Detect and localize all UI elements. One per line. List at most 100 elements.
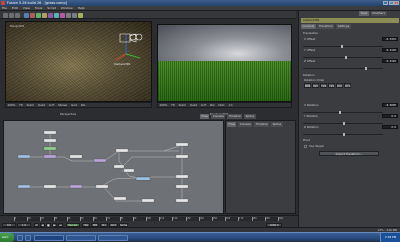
y-offset-slider[interactable] [303, 57, 383, 58]
node-camera3d[interactable] [116, 149, 128, 152]
x-rotation-slider[interactable] [303, 112, 383, 113]
order-yxz-button[interactable]: YXZ [320, 83, 327, 88]
node-renderer3d[interactable] [176, 143, 188, 146]
close-button[interactable]: × [394, 1, 399, 5]
subview-button[interactable]: SubV [25, 103, 35, 109]
new-icon[interactable] [3, 13, 8, 18]
order-zxy-button[interactable]: ZXY [336, 83, 343, 88]
node-soft-clip[interactable] [142, 199, 154, 202]
tool-header[interactable]: Camera3D1 [301, 18, 399, 23]
tab-modifiers[interactable]: Modifiers [371, 11, 387, 16]
node-transform[interactable] [44, 139, 56, 142]
quad-button[interactable]: Quad [36, 103, 46, 109]
node-fbx[interactable] [18, 185, 30, 188]
x-offset-slider[interactable] [303, 46, 383, 47]
node-graph[interactable] [4, 121, 224, 214]
order-xzy-button[interactable]: XZY [312, 83, 319, 88]
paint-tool-icon[interactable] [30, 13, 35, 18]
z-rotation-slider[interactable] [303, 134, 383, 135]
translation-header[interactable]: Translation [301, 31, 399, 36]
pivot-header[interactable]: Pivot [301, 138, 399, 143]
color-correct-icon[interactable] [54, 13, 59, 18]
z-offset-slider[interactable] [303, 68, 383, 69]
quicklaunch-icon[interactable] [17, 235, 23, 241]
save-icon[interactable] [15, 13, 20, 18]
taskbar-item-fusion[interactable] [34, 235, 64, 241]
z-rotation-field[interactable]: 0.0 [382, 125, 398, 129]
right-viewer[interactable] [157, 24, 292, 102]
tab-spline[interactable]: Spline [244, 114, 256, 119]
zoom-level[interactable]: 100% [6, 103, 17, 109]
node-merge[interactable] [70, 155, 82, 158]
tab-transform[interactable]: Transform [317, 24, 334, 29]
node-merge3d[interactable] [136, 177, 150, 180]
time-ruler[interactable]: 0102030405060708090100110120130140150160… [14, 217, 280, 221]
tab-controls[interactable]: Controls [301, 24, 316, 29]
tab-console[interactable]: Console [211, 114, 225, 119]
node-image-plane[interactable] [18, 155, 30, 158]
x-rotation-field[interactable]: -8.6000 [382, 103, 398, 107]
stereo-button[interactable]: Stereo [57, 103, 69, 109]
dod-button[interactable]: DoD [217, 103, 226, 109]
node-color-correct[interactable] [176, 155, 188, 158]
minimize-button[interactable]: _ [383, 1, 388, 5]
quad-button[interactable]: Quad [188, 103, 198, 109]
node-fog[interactable] [124, 169, 134, 172]
one-to-one-button[interactable]: 1:1 [227, 103, 235, 109]
taskbar-item[interactable] [66, 235, 96, 241]
node-displace[interactable] [96, 185, 108, 188]
x-offset-field[interactable]: -0.3476 [382, 37, 398, 41]
z-offset-field[interactable]: 6.5329 [382, 59, 398, 63]
node-light[interactable] [114, 165, 124, 168]
subview-button[interactable]: SubV [177, 103, 187, 109]
node-loader[interactable] [44, 131, 56, 134]
saver-tool-icon[interactable] [72, 13, 77, 18]
flow-editor[interactable] [3, 120, 224, 214]
lut-button[interactable]: LUT [200, 103, 208, 109]
background-tool-icon[interactable] [24, 13, 29, 18]
tab-tools[interactable]: Tools [359, 11, 369, 16]
transform-tool-icon[interactable] [60, 13, 65, 18]
grid-button[interactable]: Grid [70, 103, 79, 109]
node-blur[interactable] [176, 175, 188, 178]
z-rotation-handle[interactable] [343, 133, 345, 136]
loader-tool-icon[interactable] [66, 13, 71, 18]
text-tool-icon[interactable] [42, 13, 47, 18]
tab-flow-2[interactable]: Flow [227, 122, 236, 127]
node-output[interactable] [176, 199, 188, 202]
import-transform-button[interactable]: Import Transform... [319, 151, 379, 156]
lut-button[interactable]: LUT [48, 103, 56, 109]
node-texture[interactable] [44, 185, 56, 188]
mask-tool-icon[interactable] [78, 13, 83, 18]
zoom-level[interactable]: 100% [158, 103, 169, 109]
fit-button[interactable]: Fit [18, 103, 24, 109]
order-xyz-button[interactable]: XYZ [304, 83, 311, 88]
order-yzx-button[interactable]: YZX [328, 83, 335, 88]
node-material[interactable] [70, 185, 82, 188]
node-saver[interactable] [176, 185, 188, 188]
quicklaunch-icon[interactable] [25, 235, 31, 241]
y-offset-field[interactable]: 0.2136 [382, 48, 398, 52]
use-target-checkbox[interactable] [304, 145, 307, 148]
y-rotation-field[interactable]: 0.0 [382, 114, 398, 118]
node-background[interactable] [44, 147, 56, 150]
z-offset-handle[interactable] [365, 67, 367, 70]
tab-timeline[interactable]: Timeline [227, 114, 242, 119]
merge-tool-icon[interactable] [36, 13, 41, 18]
fit-button[interactable]: Fit [170, 103, 176, 109]
blur-tool-icon[interactable] [48, 13, 53, 18]
node-shape3d[interactable] [44, 155, 56, 158]
open-icon[interactable] [9, 13, 14, 18]
tab-flow[interactable]: Flow [200, 114, 209, 119]
node-ground[interactable] [114, 197, 126, 200]
y-rotation-slider[interactable] [303, 123, 383, 124]
tab-console-2[interactable]: Console [238, 122, 252, 127]
roi-button[interactable]: RoI [209, 103, 216, 109]
tab-timeline-2[interactable]: Timeline [254, 122, 269, 127]
taskbar-item[interactable] [98, 235, 128, 241]
roi-button[interactable]: RoI [79, 103, 86, 109]
order-zyx-button[interactable]: ZYX [344, 83, 351, 88]
maximize-button[interactable]: □ [389, 1, 394, 5]
node-replicate3d[interactable] [94, 159, 106, 162]
left-viewer[interactable]: Merge3D1 Camera3D1 [5, 21, 152, 102]
